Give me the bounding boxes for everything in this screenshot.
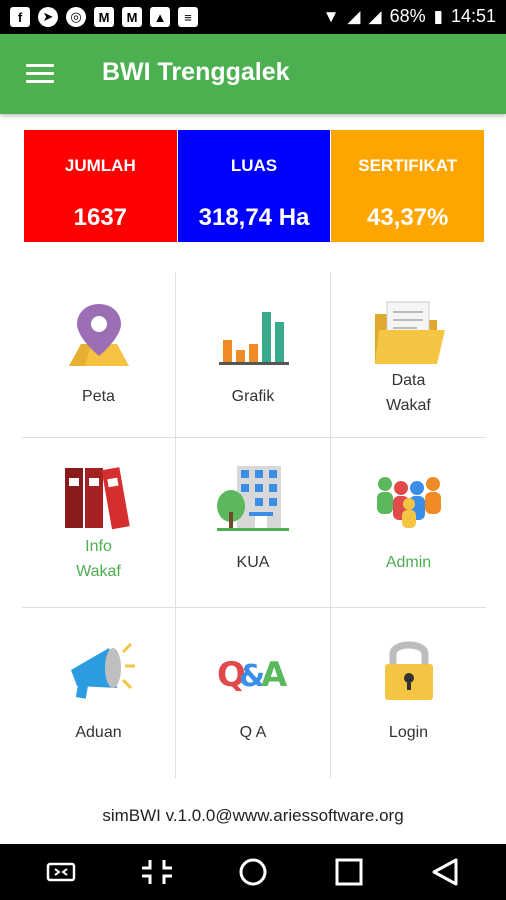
building-icon: [217, 466, 289, 531]
stats-panel: JUMLAH 1637 LUAS 318,74 Ha SERTIFIKAT 43…: [24, 130, 485, 242]
navigation-bar: [0, 844, 506, 900]
menu-label-line: Info: [85, 538, 112, 555]
battery-percent: 68%: [389, 6, 426, 26]
stat-label: JUMLAH: [64, 156, 136, 175]
menu-label-line: Wakaf: [386, 397, 431, 414]
stat-luas: LUAS 318,74 Ha: [177, 130, 332, 242]
message-icon: ≡: [178, 7, 198, 27]
qa-icon: Q & A: [217, 655, 288, 695]
app-title: BWI Trenggalek: [102, 58, 290, 86]
stat-sertifikat: SERTIFIKAT 43,37%: [331, 130, 485, 242]
fullscreen-exit-icon[interactable]: [140, 856, 174, 888]
menu-label: Q A: [239, 724, 267, 741]
facebook-icon: f: [10, 7, 30, 27]
map-pin-icon: [68, 304, 129, 366]
menu-item-aduan[interactable]: Aduan: [22, 608, 176, 778]
people-icon: [376, 477, 441, 528]
menu-item-kua[interactable]: KUA: [176, 438, 331, 608]
folder-icon: [374, 301, 445, 364]
menu-grid: Peta Grafik Data Wakaf Info Wakaf KUA Ad…: [22, 272, 486, 778]
bar-chart-icon: [219, 312, 289, 365]
stat-value: 1637: [73, 204, 128, 231]
screen-switch-icon[interactable]: [44, 856, 78, 888]
telegram-icon: ➤: [38, 7, 58, 27]
menu-label: Data Wakaf: [331, 368, 486, 418]
clock: 14:51: [450, 6, 496, 26]
stat-jumlah: JUMLAH 1637: [24, 130, 178, 242]
footer-version: simBWI v.1.0.0@www.ariessoftware.org: [102, 806, 404, 825]
menu-item-data-wakaf[interactable]: Data Wakaf: [331, 272, 486, 438]
home-icon[interactable]: [236, 856, 270, 888]
menu-item-peta[interactable]: Peta: [22, 272, 176, 438]
menu-item-qa[interactable]: Q & A Q A: [176, 608, 331, 778]
image-icon: ▲: [150, 7, 170, 27]
menu-item-admin[interactable]: Admin: [331, 438, 486, 608]
status-bar: f ➤ ◎ M M ▲ ≡ ▼ ◢ ◢ 68% ▮ 14:51: [0, 0, 506, 34]
menu-item-info-wakaf[interactable]: Info Wakaf: [22, 438, 176, 608]
padlock-icon: [384, 641, 433, 700]
menu-label: Info Wakaf: [22, 534, 175, 584]
menu-label: KUA: [236, 554, 270, 571]
hamburger-menu-icon[interactable]: [26, 64, 54, 84]
menu-label-line: Data: [391, 372, 426, 389]
chrome-icon: ◎: [66, 7, 86, 27]
signal-icon: ◢: [368, 6, 382, 26]
binders-icon: [64, 467, 130, 530]
stat-label: SERTIFIKAT: [358, 156, 458, 175]
back-icon[interactable]: [428, 856, 462, 888]
stat-value: 43,37%: [366, 204, 449, 231]
no-signal-icon: ◢: [347, 6, 361, 26]
stat-label: LUAS: [230, 156, 278, 175]
system-icons: ▼ ◢ ◢ 68% ▮ 14:51: [323, 6, 496, 27]
notification-icons: f ➤ ◎ M M ▲ ≡: [10, 7, 198, 27]
recents-icon[interactable]: [332, 856, 366, 888]
menu-label-line: Wakaf: [76, 563, 121, 580]
megaphone-icon: [70, 642, 135, 699]
battery-icon: ▮: [433, 6, 443, 26]
menu-label: Peta: [82, 388, 115, 405]
menu-label: Aduan: [75, 724, 122, 741]
menu-item-login[interactable]: Login: [331, 608, 486, 778]
menu-label: Login: [388, 724, 429, 741]
gmail-icon: M: [94, 7, 114, 27]
menu-item-grafik[interactable]: Grafik: [176, 272, 331, 438]
svg-text:A: A: [261, 655, 288, 695]
wifi-icon: ▼: [322, 6, 340, 26]
gmail-icon: M: [122, 7, 142, 27]
menu-label: Admin: [385, 554, 432, 571]
stat-value: 318,74 Ha: [198, 204, 310, 231]
menu-label: Grafik: [231, 388, 275, 405]
app-bar: BWI Trenggalek: [0, 34, 506, 114]
